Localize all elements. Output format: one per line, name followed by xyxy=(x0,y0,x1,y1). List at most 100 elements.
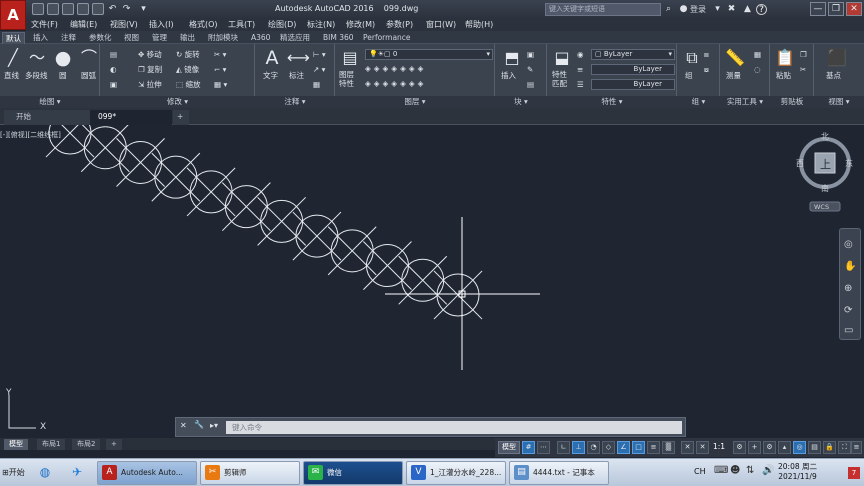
steering-wheel-icon[interactable]: ◎ xyxy=(844,239,853,250)
ime-indicator[interactable]: CH xyxy=(694,467,706,476)
tab-start[interactable]: 开始 xyxy=(4,110,90,125)
layer-tools-row1[interactable]: ◈◈◈◈◈◈◈ xyxy=(365,64,426,74)
fullscreen-icon[interactable]: ⛶ xyxy=(838,441,851,454)
line-button[interactable]: 直线 xyxy=(4,70,19,81)
ortho-icon[interactable]: ⊥ xyxy=(572,441,585,454)
color-dropdown[interactable]: ▢ ByLayer ▾ xyxy=(591,49,675,60)
minimize-button[interactable]: — xyxy=(810,2,826,16)
tab-bim360[interactable]: BIM 360 xyxy=(320,32,357,44)
menu-view[interactable]: 视图(V) xyxy=(110,19,138,31)
lineweight-dropdown[interactable]: ByLayer xyxy=(591,79,675,90)
help-icon[interactable]: ? xyxy=(756,4,767,15)
polyline-icon[interactable]: 〜 xyxy=(26,48,48,68)
move-button[interactable]: ✥ 移动 xyxy=(138,50,162,60)
network-icon[interactable]: ⇅ xyxy=(746,465,754,476)
insert-block-button[interactable]: 插入 xyxy=(501,70,516,81)
snap-icon[interactable]: ⋯ xyxy=(537,441,550,454)
tab-model[interactable]: 模型 xyxy=(4,439,28,450)
ungroup-icon[interactable]: ⧈ xyxy=(704,50,709,60)
showmotion-icon[interactable]: ▭ xyxy=(844,325,853,336)
annotation-visibility-icon[interactable]: ✕ xyxy=(681,441,694,454)
taskbar-document[interactable]: V 1_江灌分水岭_228... xyxy=(406,461,506,485)
tab-featured-apps[interactable]: 精选应用 xyxy=(277,32,313,44)
match-properties-button[interactable]: 特性 匹配 xyxy=(552,70,567,88)
panel-title-modify[interactable]: 修改 ▾ xyxy=(100,96,255,108)
base-icon[interactable]: ⬛ xyxy=(826,48,848,68)
infer-icon[interactable]: ∟ xyxy=(557,441,570,454)
drawing-area[interactable]: [-][俯视][二维线框] Y X 上 北 南 东 西 WCS xyxy=(0,125,864,438)
plus-icon[interactable]: + xyxy=(748,441,761,454)
print-icon[interactable] xyxy=(92,3,104,15)
exchange-icon[interactable]: ✖ xyxy=(726,4,737,15)
search-input[interactable]: 键入关键字或短语 xyxy=(545,3,661,16)
tab-parametric[interactable]: 参数化 xyxy=(86,32,115,44)
group-button[interactable]: 组 xyxy=(685,70,693,81)
arc-button[interactable]: 圆弧 xyxy=(81,70,96,81)
zoom-icon[interactable]: ⊕ xyxy=(844,283,852,294)
units-icon[interactable]: ◎ xyxy=(793,441,806,454)
draw-hatch-icon[interactable]: ▤ xyxy=(110,50,117,60)
tab-layout1[interactable]: 布局1 xyxy=(37,439,66,450)
annotation-monitor-icon[interactable]: ▴ xyxy=(778,441,791,454)
taskbar-wechat[interactable]: ✉ 微信 xyxy=(303,461,403,485)
line-icon[interactable]: ╱ xyxy=(2,48,24,68)
qq-icon[interactable]: ☻ xyxy=(730,465,740,476)
recent-commands-icon[interactable]: ▸▾ xyxy=(210,421,218,430)
menu-window[interactable]: 窗口(W) xyxy=(426,19,456,31)
compass-north[interactable]: 北 xyxy=(821,132,829,141)
id-point-icon[interactable]: ◌ xyxy=(754,65,761,75)
text-button[interactable]: 文字 xyxy=(263,70,278,81)
tab-insert[interactable]: 插入 xyxy=(30,32,51,44)
transparency-icon[interactable]: ▒ xyxy=(662,441,675,454)
group-icon[interactable]: ⧉ xyxy=(681,48,703,68)
panel-title-view[interactable]: 视图 ▾ xyxy=(814,96,864,108)
close-button[interactable]: ✕ xyxy=(846,2,862,16)
volume-icon[interactable]: 🔊 xyxy=(762,465,774,476)
workspace-switch-icon[interactable]: ⚙ xyxy=(763,441,776,454)
tab-layout2[interactable]: 布局2 xyxy=(72,439,101,450)
open-icon[interactable] xyxy=(47,3,59,15)
tab-annotate[interactable]: 注释 xyxy=(58,32,79,44)
layer-tools-row2[interactable]: ◈◈◈◈◈◈◈ xyxy=(365,79,426,89)
start-button[interactable]: ⊞开始 xyxy=(0,459,30,486)
edit-block-icon[interactable]: ✎ xyxy=(527,65,533,75)
block-attr-icon[interactable]: ▤ xyxy=(527,80,534,90)
rotate-button[interactable]: ↻ 旋转 xyxy=(176,50,200,60)
linear-dim-icon[interactable]: ⊢ ▾ xyxy=(313,50,326,60)
base-button[interactable]: 基点 xyxy=(826,70,841,81)
array-icon[interactable]: ▦ ▾ xyxy=(214,80,227,90)
browser-icon[interactable]: ◍ xyxy=(36,465,54,481)
feather-icon[interactable]: ✈ xyxy=(68,465,86,481)
menu-dimension[interactable]: 标注(N) xyxy=(307,19,335,31)
menu-tools[interactable]: 工具(T) xyxy=(228,19,255,31)
polyline-button[interactable]: 多段线 xyxy=(25,70,48,81)
annotation-scale[interactable]: 1:1 xyxy=(713,442,725,451)
match-properties-icon[interactable]: ⬓ xyxy=(551,48,573,68)
taskbar-editor[interactable]: ✂ 剪辑师 xyxy=(200,461,300,485)
gear-icon[interactable]: ⚙ xyxy=(733,441,746,454)
tab-view[interactable]: 视图 xyxy=(121,32,142,44)
menu-file[interactable]: 文件(F) xyxy=(31,19,58,31)
panel-title-utilities[interactable]: 实用工具 ▾ xyxy=(720,96,770,108)
circle-button[interactable]: 圆 xyxy=(59,70,67,81)
paste-icon[interactable]: 📋 xyxy=(774,48,796,68)
grid-icon[interactable]: # xyxy=(522,441,535,454)
isodraft-icon[interactable]: ◇ xyxy=(602,441,615,454)
quick-calc-icon[interactable]: ▦ xyxy=(754,50,761,60)
undo-icon[interactable]: ↶ xyxy=(107,4,118,15)
saveas-icon[interactable] xyxy=(77,3,89,15)
menu-modify[interactable]: 修改(M) xyxy=(346,19,375,31)
application-button[interactable]: A xyxy=(0,0,26,30)
tab-default[interactable]: 默认 xyxy=(2,32,25,44)
new-layout-button[interactable]: + xyxy=(106,439,122,450)
redo-icon[interactable]: ↷ xyxy=(121,4,132,15)
menu-parametric[interactable]: 参数(P) xyxy=(386,19,413,31)
create-block-icon[interactable]: ▣ xyxy=(527,50,534,60)
login-dropdown-icon[interactable]: ▾ xyxy=(712,4,723,15)
workspace-icon[interactable]: ▾ xyxy=(138,4,149,15)
menu-format[interactable]: 格式(O) xyxy=(189,19,218,31)
a360-icon[interactable]: ▲ xyxy=(742,4,753,15)
customize-icon[interactable]: 🔧 xyxy=(194,420,204,429)
save-icon[interactable] xyxy=(62,3,74,15)
menu-draw[interactable]: 绘图(D) xyxy=(268,19,296,31)
